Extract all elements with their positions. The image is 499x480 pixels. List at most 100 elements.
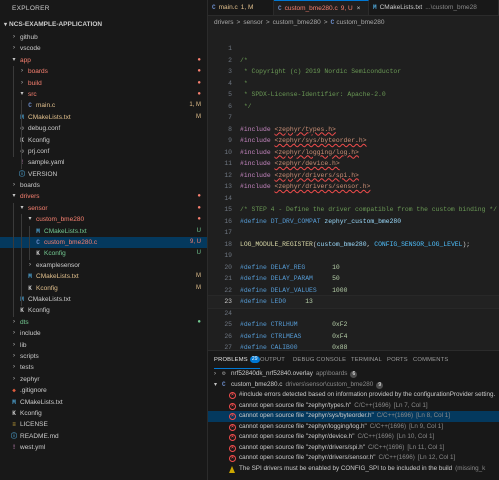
code-text: /* STEP 4 - Define the driver compatible…	[240, 204, 497, 216]
problem-text: cannot open source file "zephyr/sys/byte…	[239, 412, 374, 419]
tree-item[interactable]: › examplesensor	[0, 260, 207, 271]
tree-item[interactable]: › github	[0, 32, 207, 43]
panel-tabs: PROBLEMS 29 OUTPUT DEBUG CONSOLE TERMINAL POR…	[208, 351, 499, 369]
c-file-icon[interactable]: C	[330, 19, 334, 26]
chevron-right-icon: ›	[13, 364, 15, 371]
code-token: <zephyr/sys/byteorder.h>	[274, 137, 367, 144]
problem-item[interactable]: × cannot open source file "zephyr/types.h…	[208, 401, 499, 412]
tree-item[interactable]: K Kconfig M	[0, 283, 207, 294]
workspace-root[interactable]: ▾ NCS-EXAMPLE-APPLICATION	[0, 18, 207, 32]
indent-guide	[29, 225, 30, 260]
panel-tab-problems[interactable]: PROBLEMS 29	[214, 351, 260, 369]
code-token: DELAY_VALUES	[270, 286, 333, 294]
tree-item[interactable]: Ccustom_bme280.c 9, U	[0, 237, 207, 249]
tree-item[interactable]: › vscode	[0, 43, 207, 54]
tree-item[interactable]: K Kconfig U	[0, 248, 207, 259]
problem-group-label: custom_bme280.c drivers\sensor\custom_bme…	[231, 380, 384, 391]
problem-source: C/C++(1696)	[354, 401, 391, 409]
tree-item[interactable]: › boards ●	[0, 66, 207, 77]
tree-item[interactable]: › boards	[0, 180, 207, 191]
panel-tab-output[interactable]: OUTPUT	[260, 351, 285, 369]
panel-tab-label: OUTPUT	[260, 357, 286, 363]
code-line: 22 #define DELAY_VALUES 1000	[208, 285, 499, 297]
problem-item[interactable]: × cannot open source file "zephyr/sys/byt…	[208, 411, 499, 422]
panel-tab-comments[interactable]: COMMENTS	[413, 351, 448, 369]
breadcrumb-item[interactable]: custom_bme280	[336, 19, 384, 26]
tree-item[interactable]: !sample.yaml	[0, 157, 207, 168]
tree-item[interactable]: ⚙ debug.conf	[0, 123, 207, 134]
panel-tab-label: PROBLEMS	[214, 357, 248, 363]
git-status-badge: U	[196, 250, 201, 257]
tree-item-label: .gitignore	[20, 387, 47, 395]
line-number: 12	[224, 171, 232, 179]
tree-item[interactable]: ⓘ VERSION	[0, 169, 207, 180]
tree-item[interactable]: › build ●	[0, 78, 207, 89]
breadcrumb-item[interactable]: drivers	[214, 19, 234, 26]
problem-item[interactable]: The SPI drivers must be enabled by CONFI…	[208, 464, 499, 475]
info-file-icon: ⓘ	[18, 170, 25, 178]
tree-item[interactable]: KKconfig	[0, 408, 207, 419]
git-status-badge: ●	[197, 193, 201, 200]
tree-item[interactable]: MCMakeLists.txt	[0, 294, 207, 305]
breadcrumb-item[interactable]: sensor	[243, 19, 263, 26]
tree-item[interactable]: MCMakeLists.txtM	[0, 112, 207, 123]
file-tree: › github › vscode ▾ app ● › boards ● › build ● ▾ src ● C…	[0, 32, 207, 453]
panel-tab-ports[interactable]: PORTS	[387, 351, 408, 369]
tree-item[interactable]: ▾ drivers ●	[0, 191, 207, 202]
tree-item[interactable]: ▾ app ●	[0, 55, 207, 66]
code-line: 8 #include <zephyr/types.h>	[208, 124, 499, 136]
code-text: #include <zephyr/device.h>	[240, 158, 340, 170]
tab-custom-bme280-c[interactable]: Ccustom_bme280.c 9, U ×	[274, 0, 369, 15]
tree-item-label: LICENSE	[20, 421, 48, 429]
git-file-icon: ◆	[12, 387, 16, 395]
tree-item[interactable]: ▾ sensor ●	[0, 203, 207, 214]
tree-item[interactable]: › include	[0, 328, 207, 339]
tree-item[interactable]: › dts ●	[0, 317, 207, 328]
tab-main-c[interactable]: Cmain.c 1, M	[208, 0, 274, 15]
problem-item[interactable]: × #include errors detected based on infor…	[208, 390, 499, 401]
code-editor[interactable]: 1 2/* 3 * Copyright (c) 2019 Nordic Semico…	[208, 29, 499, 350]
tree-item[interactable]: ⚙ prj.conf	[0, 146, 207, 157]
tree-item[interactable]: Cmain.c 1, M	[0, 100, 207, 111]
tree-item[interactable]: M CMakeLists.txt U	[0, 226, 207, 237]
panel-tab-terminal[interactable]: TERMINAL	[351, 351, 382, 369]
tree-item[interactable]: ⓘ README.md	[0, 431, 207, 442]
chevron-right-icon: ›	[13, 352, 15, 359]
tree-item[interactable]: ! west.yml	[0, 442, 207, 453]
tree-item[interactable]: ◆ .gitignore	[0, 385, 207, 396]
tab-cmakelists-txt[interactable]: M CMakeLists.txt ...\custom_bme28	[369, 0, 499, 15]
tree-item[interactable]: ≡ LICENSE	[0, 419, 207, 430]
problem-item[interactable]: × cannot open source file "zephyr/logging…	[208, 422, 499, 433]
tree-item[interactable]: › zephyr	[0, 374, 207, 385]
problem-group[interactable]: › ⚙ nrf52840dk_nrf52840.overlay app\boards 6	[208, 369, 499, 380]
problem-item[interactable]: × cannot open source file "zephyr/drivers…	[208, 443, 499, 454]
chevron-right-icon: ›	[13, 375, 15, 382]
close-icon[interactable]: ×	[357, 5, 361, 12]
tree-item[interactable]: › lib	[0, 340, 207, 351]
error-icon: ×	[229, 413, 236, 420]
problem-text: cannot open source file "zephyr/logging/…	[239, 422, 367, 430]
problem-location: [Ln 11, Col 1]	[407, 443, 445, 451]
panel-tab-label: DEBUG CONSOLE	[293, 357, 347, 363]
error-icon: ×	[229, 392, 236, 399]
tree-item-label: main.c	[36, 102, 56, 110]
problem-group[interactable]: ▾ Ccustom_bme280.c drivers\sensor\custom_b…	[208, 380, 499, 391]
breadcrumb-item[interactable]: custom_bme280	[273, 19, 321, 26]
problem-item[interactable]: × cannot open source file "zephyr/device.…	[208, 432, 499, 443]
tree-item[interactable]: KKconfig	[0, 135, 207, 146]
code-line: 12 #include <zephyr/drivers/spi.h>	[208, 170, 499, 182]
problem-file-name: custom_bme280.c	[231, 380, 283, 388]
problem-item[interactable]: × cannot open source file "zephyr/drivers…	[208, 453, 499, 464]
tree-item[interactable]: ▾ src ●	[0, 89, 207, 100]
tree-item[interactable]: › tests	[0, 362, 207, 373]
tree-item[interactable]: MCMakeLists.txt	[0, 397, 207, 408]
gear-file-icon: ⚙	[20, 125, 24, 133]
indent-guide	[21, 100, 22, 169]
panel-tab-debug-console[interactable]: DEBUG CONSOLE	[293, 351, 346, 369]
tree-item[interactable]: › scripts	[0, 351, 207, 362]
tree-item[interactable]: MCMakeLists.txtM	[0, 271, 207, 282]
tree-item[interactable]: KKconfig	[0, 305, 207, 316]
tree-item[interactable]: ▾ custom_bme280 ●	[0, 214, 207, 225]
line-number: 26	[224, 332, 232, 340]
problem-source: C/C++(1696)	[369, 422, 407, 430]
